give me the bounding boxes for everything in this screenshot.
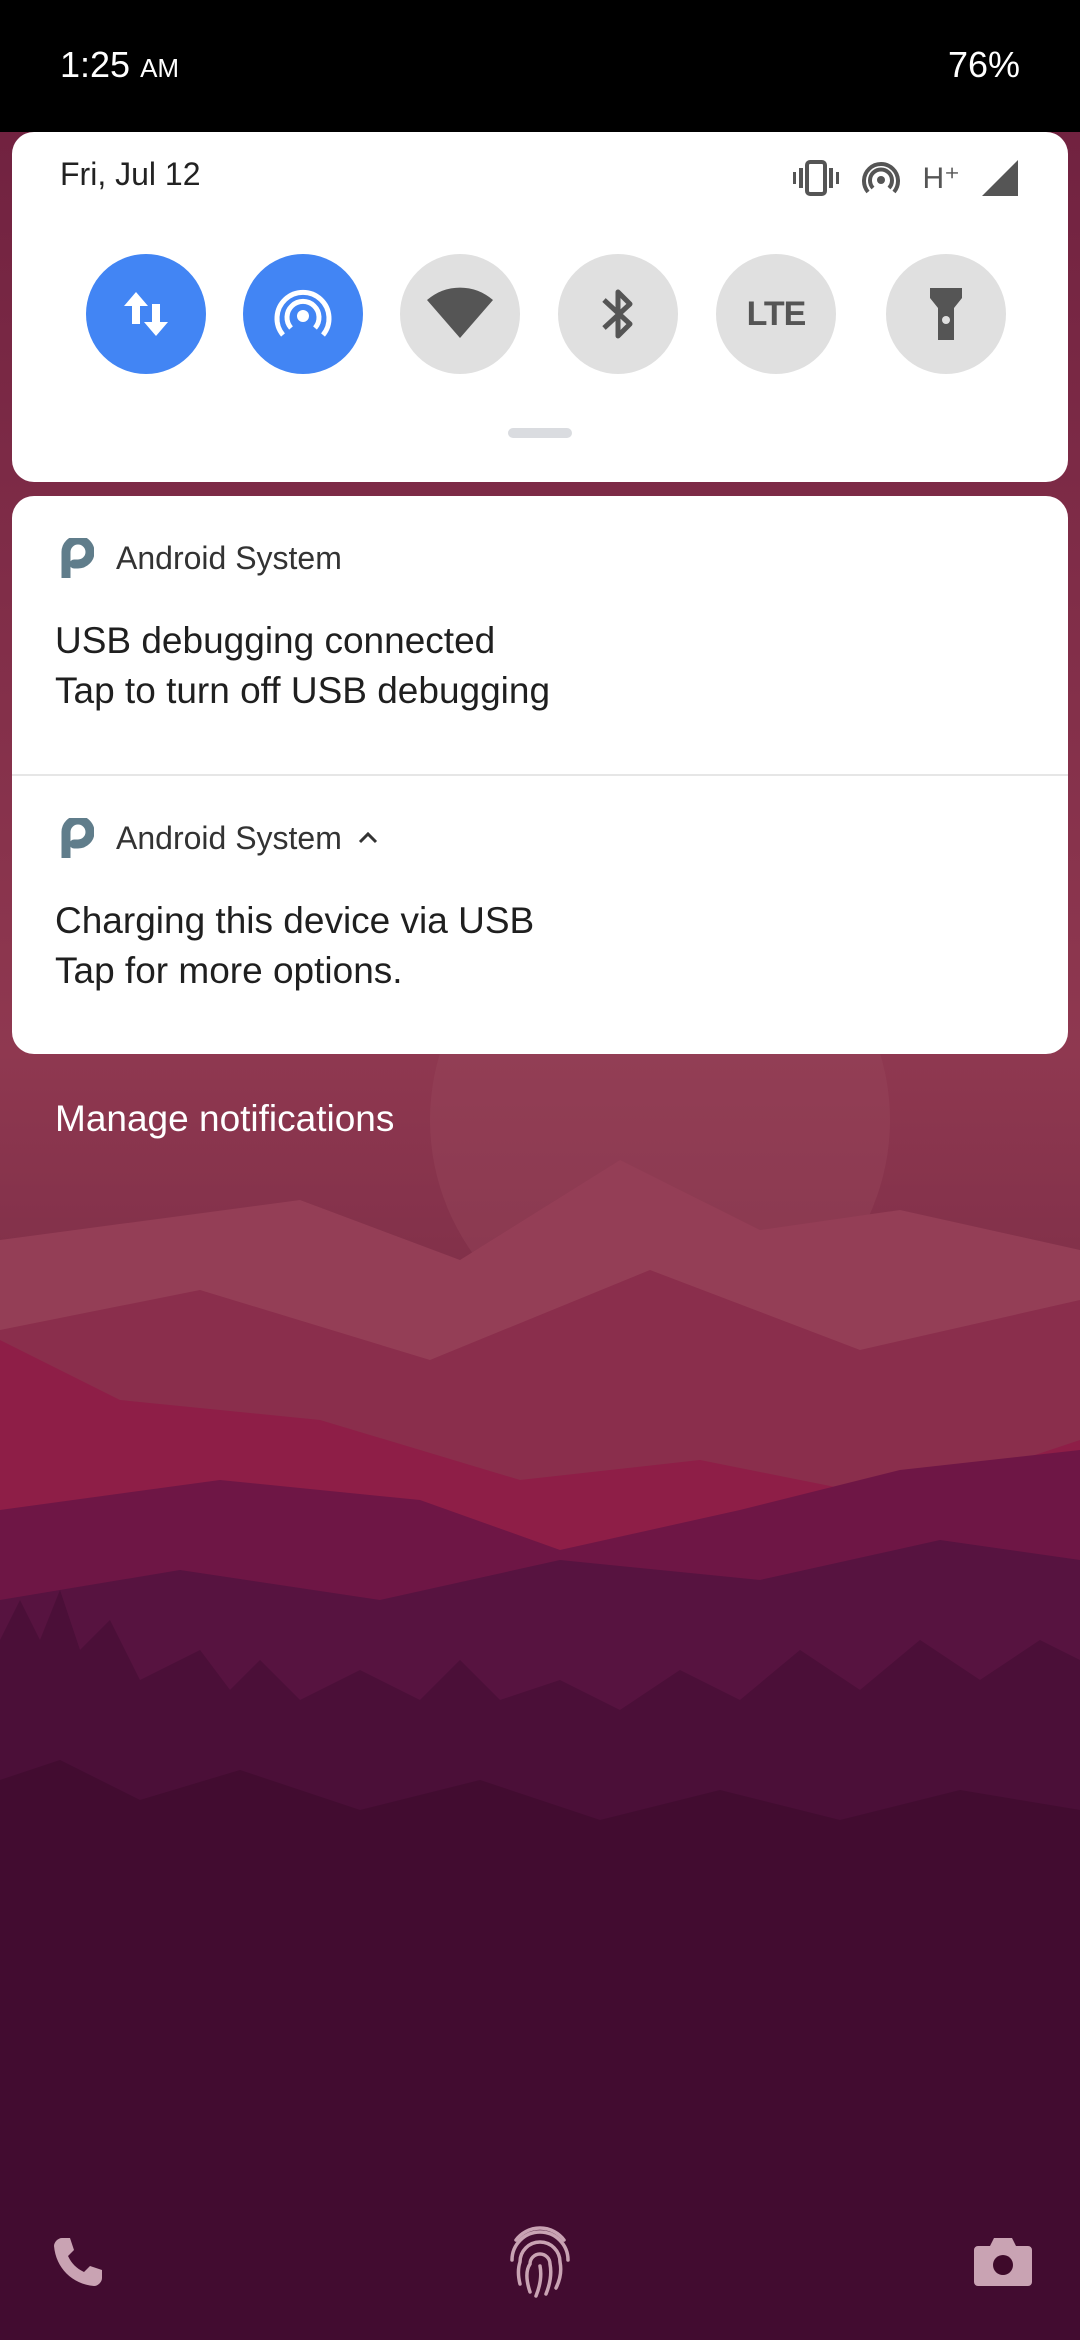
notification-card: Android System USB debugging connected T…: [12, 496, 1068, 1054]
signal-icon: [982, 160, 1018, 196]
date-label: Fri, Jul 12: [60, 156, 201, 192]
tile-wifi[interactable]: [400, 254, 520, 374]
manage-notifications-button[interactable]: Manage notifications: [55, 1098, 394, 1140]
quick-settings-tiles: LTE: [86, 254, 1006, 374]
tile-flashlight[interactable]: [886, 254, 1006, 374]
status-time: 1:25 AM: [60, 44, 180, 85]
chevron-up-icon[interactable]: [356, 830, 380, 846]
quick-settings-panel: Fri, Jul 12 H⁺ LTE: [12, 132, 1068, 482]
wifi-icon: [427, 287, 493, 338]
camera-icon[interactable]: [974, 2234, 1032, 2286]
notification-header: Android System: [60, 538, 342, 578]
notification-title: USB debugging connected: [55, 620, 496, 661]
hotspot-icon: [274, 289, 332, 337]
fingerprint-icon[interactable]: [506, 2220, 574, 2300]
status-icons: H⁺: [792, 158, 1018, 198]
notification-text: Tap for more options.: [55, 950, 403, 991]
tile-mobile-data[interactable]: [86, 254, 206, 374]
tile-bluetooth[interactable]: [558, 254, 678, 374]
status-bar: 1:25 AM 76%: [0, 0, 1080, 132]
mobile-data-icon: [124, 292, 168, 336]
notification-usb-charging[interactable]: Android System Charging this device via …: [12, 776, 1068, 1054]
android-system-app-icon: [61, 538, 94, 578]
android-system-app-icon: [61, 818, 94, 858]
notification-app-name: Android System: [116, 819, 342, 856]
tile-hotspot[interactable]: [243, 254, 363, 374]
notification-app-name: Android System: [116, 539, 342, 576]
notification-header: Android System: [60, 818, 380, 858]
quick-settings-drag-handle[interactable]: [508, 428, 572, 438]
notification-text: Tap to turn off USB debugging: [55, 670, 551, 711]
lte-label: LTE: [746, 294, 807, 333]
flashlight-icon: [930, 288, 962, 340]
bluetooth-icon: [602, 289, 633, 339]
network-type-label: H⁺: [922, 161, 961, 195]
vibrate-icon: [792, 160, 839, 196]
battery-percentage: 76%: [947, 44, 1020, 85]
tile-lte[interactable]: LTE: [716, 254, 836, 374]
phone-icon[interactable]: [50, 2234, 104, 2288]
notification-title: Charging this device via USB: [55, 900, 535, 941]
notification-usb-debugging[interactable]: Android System USB debugging connected T…: [12, 496, 1068, 774]
hotspot-status-icon: [861, 162, 900, 194]
